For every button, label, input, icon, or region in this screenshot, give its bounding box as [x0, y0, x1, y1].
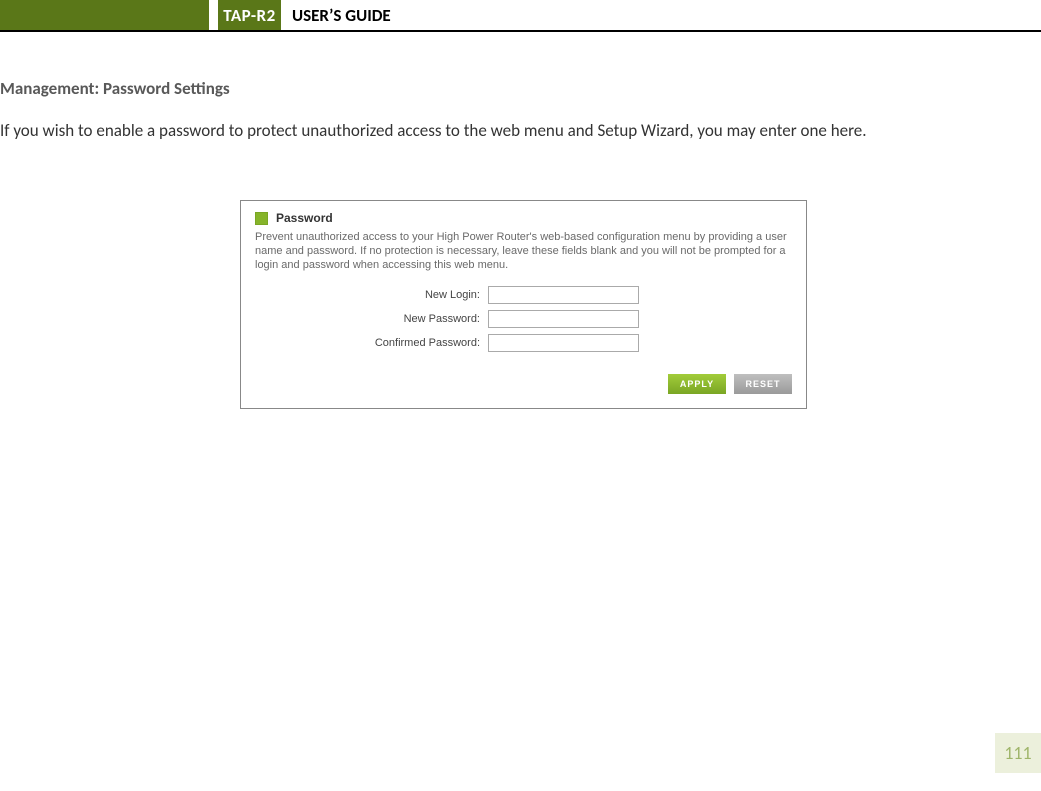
- panel-heading-text: Password: [276, 211, 333, 225]
- row-new-password: New Password:: [255, 310, 792, 328]
- password-panel: Password Prevent unauthorized access to …: [240, 200, 807, 409]
- row-confirm-password: Confirmed Password:: [255, 334, 792, 352]
- header-olive-bar: [0, 0, 209, 30]
- reset-button[interactable]: RESET: [734, 374, 792, 394]
- label-new-login: New Login:: [255, 289, 488, 301]
- row-new-login: New Login:: [255, 286, 792, 304]
- form-rows: New Login: New Password: Confirmed Passw…: [255, 286, 792, 352]
- input-confirm-password[interactable]: [488, 334, 639, 352]
- panel-heading-row: Password: [255, 211, 792, 225]
- label-confirm-password: Confirmed Password:: [255, 337, 488, 349]
- label-new-password: New Password:: [255, 313, 488, 325]
- input-new-login[interactable]: [488, 286, 639, 304]
- page-header: TAP-R2 USER’S GUIDE: [0, 0, 1041, 32]
- header-product-name: TAP-R2: [218, 0, 281, 30]
- panel-heading-square-icon: [255, 212, 268, 225]
- header-title: USER’S GUIDE: [292, 0, 391, 30]
- input-new-password[interactable]: [488, 310, 639, 328]
- page-number: 111: [995, 733, 1041, 773]
- panel-description: Prevent unauthorized access to your High…: [255, 231, 792, 272]
- section-title: Management: Password Settings: [0, 78, 230, 99]
- buttons-row: APPLY RESET: [255, 374, 792, 394]
- apply-button[interactable]: APPLY: [668, 374, 726, 394]
- section-body: If you wish to enable a password to prot…: [0, 118, 1020, 144]
